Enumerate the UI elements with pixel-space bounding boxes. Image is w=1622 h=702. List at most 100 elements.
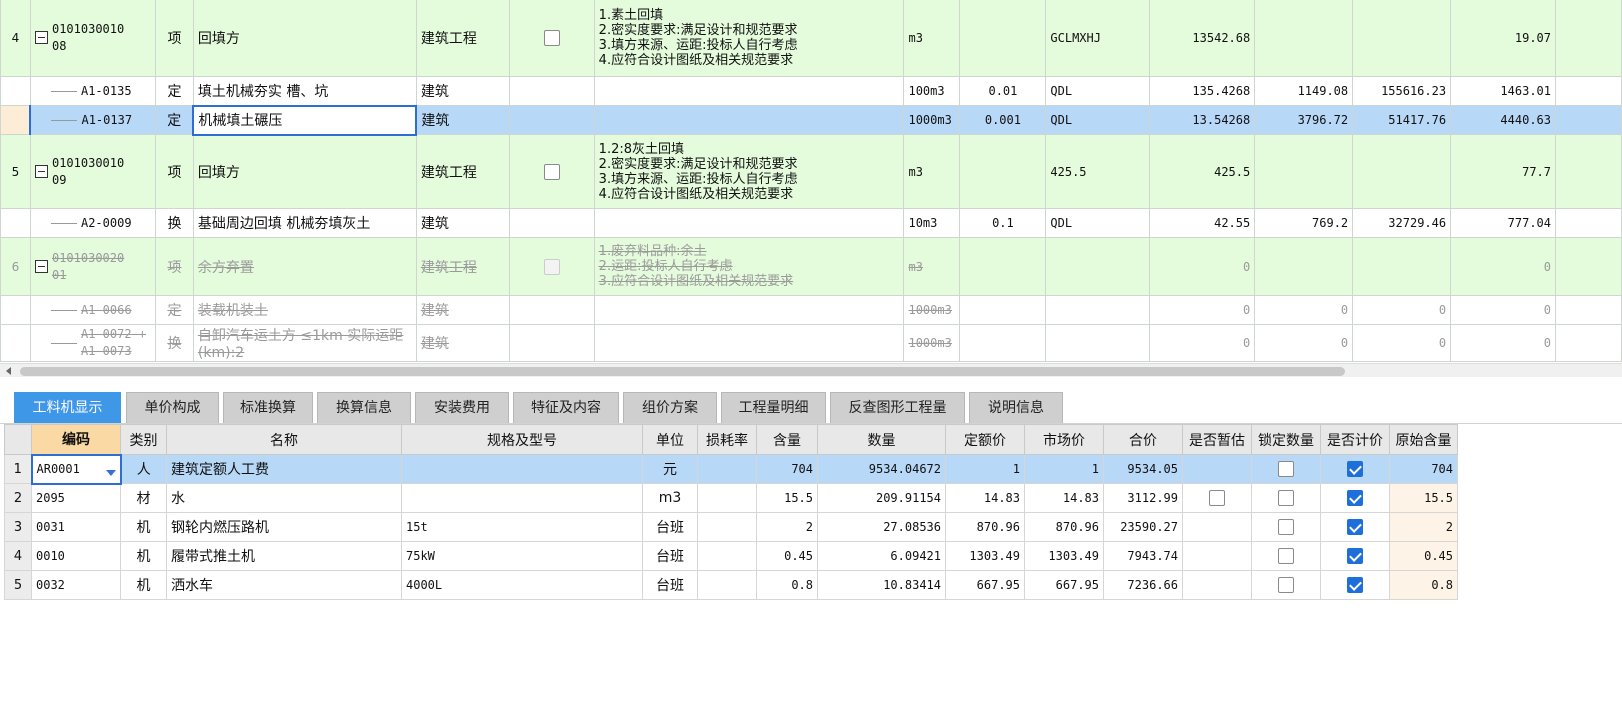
scroll-left-icon[interactable] (6, 367, 11, 375)
resource-spec-cell[interactable]: 4000L (401, 570, 643, 600)
checkbox-cell[interactable] (508, 208, 595, 238)
resource-code-cell[interactable]: 0032 (31, 570, 121, 600)
category-cell[interactable]: 定 (154, 76, 194, 106)
feature-description-cell[interactable] (593, 76, 905, 106)
profession-cell[interactable]: 建筑 (415, 105, 510, 135)
expression-cell[interactable] (1045, 324, 1151, 362)
header-spec[interactable]: 规格及型号 (401, 424, 643, 455)
name-cell[interactable]: 回填方 (192, 134, 417, 209)
header-name[interactable]: 名称 (166, 424, 402, 455)
priced-checkbox[interactable] (1347, 577, 1363, 593)
quota-row[interactable]: A1-0066 定装载机装土 建筑 1000m3 0 0 0 0 (0, 295, 1622, 325)
feature-description-cell[interactable] (593, 324, 905, 362)
resource-code-cell[interactable]: 0031 (31, 512, 121, 542)
is-priced-cell[interactable] (1320, 570, 1390, 600)
lock-qty-cell[interactable] (1251, 570, 1321, 600)
resource-market-price-cell[interactable]: 14.83 (1024, 483, 1104, 513)
resource-loss-cell[interactable] (697, 570, 757, 600)
unit-price-cell[interactable]: 0 (1254, 295, 1354, 325)
composite-price-cell[interactable]: 0 (1450, 237, 1556, 296)
resource-spec-cell[interactable] (401, 454, 643, 484)
resource-spec-cell[interactable]: 75kW (401, 541, 643, 571)
unit-cell[interactable]: 10m3 (903, 208, 961, 238)
coefficient-cell[interactable] (959, 134, 1047, 209)
priced-checkbox[interactable] (1347, 461, 1363, 477)
quantity-cell[interactable]: 425.5 (1149, 134, 1256, 209)
resource-total-cell[interactable]: 23590.27 (1103, 512, 1183, 542)
resource-loss-cell[interactable] (697, 483, 757, 513)
code-cell[interactable]: 0101030010 08 (29, 0, 156, 77)
total-price-cell[interactable]: 0 (1352, 324, 1452, 362)
name-cell[interactable]: 机械填土碾压 (192, 104, 418, 136)
total-price-cell[interactable] (1352, 134, 1452, 209)
resource-total-cell[interactable]: 7236.66 (1103, 570, 1183, 600)
profession-cell[interactable]: 建筑 (415, 324, 510, 362)
category-cell[interactable]: 定 (154, 295, 194, 325)
bill-items-grid[interactable]: 4 0101030010 08 项回填方 建筑工程 1.素土回填 2.密实度要求:满足设计和… (0, 0, 1622, 363)
name-cell[interactable]: 余方弃置 (192, 237, 417, 296)
name-cell[interactable]: 填土机械夯实 槽、坑 (192, 76, 417, 106)
code-cell[interactable]: A1-0072 + A1-0073 (29, 324, 156, 362)
resource-quota-price-cell[interactable]: 870.96 (945, 512, 1025, 542)
resource-quantity-cell[interactable]: 9534.04672 (817, 454, 946, 484)
resource-row[interactable]: 4 0010 机 履带式推土机 75kW 台班 0.45 6.09421 1303.49 1303… (4, 541, 1458, 571)
quantity-cell[interactable]: 0 (1149, 295, 1256, 325)
quantity-cell[interactable]: 42.55 (1149, 208, 1256, 238)
resource-quantity-cell[interactable]: 209.91154 (817, 483, 946, 513)
unit-cell[interactable]: 1000m3 (903, 105, 961, 135)
unit-cell[interactable]: 1000m3 (903, 295, 961, 325)
coefficient-cell[interactable] (959, 295, 1047, 325)
priced-checkbox[interactable] (1347, 490, 1363, 506)
resource-quantity-cell[interactable]: 10.83414 (817, 570, 946, 600)
header-quota-price[interactable]: 定额价 (945, 424, 1025, 455)
header-is-estimate[interactable]: 是否暂估 (1182, 424, 1252, 455)
unit-cell[interactable]: m3 (903, 134, 961, 209)
resource-name-cell[interactable]: 钢轮内燃压路机 (166, 512, 402, 542)
is-estimate-cell[interactable] (1182, 483, 1252, 513)
name-cell[interactable]: 回填方 (192, 0, 417, 77)
lock-qty-cell[interactable] (1251, 541, 1321, 571)
resource-name-cell[interactable]: 建筑定额人工费 (166, 454, 402, 484)
unit-price-cell[interactable] (1254, 237, 1354, 296)
expression-cell[interactable]: 425.5 (1045, 134, 1151, 209)
header-unit[interactable]: 单位 (642, 424, 698, 455)
is-estimate-cell[interactable] (1182, 512, 1252, 542)
feature-description-cell[interactable]: 1.素土回填 2.密实度要求:满足设计和规范要求 3.填方来源、运距:投标人自行考虑… (593, 0, 905, 77)
category-cell[interactable]: 定 (154, 105, 194, 135)
resource-name-cell[interactable]: 洒水车 (166, 570, 402, 600)
resource-category-cell[interactable]: 人 (120, 454, 167, 484)
code-cell[interactable]: A1-0135 (29, 76, 156, 106)
tab-features-content[interactable]: 特征及内容 (513, 392, 619, 423)
resource-unit-cell[interactable]: m3 (642, 483, 698, 513)
composite-price-cell[interactable]: 0 (1450, 324, 1556, 362)
resource-total-cell[interactable]: 9534.05 (1103, 454, 1183, 484)
collapse-icon[interactable] (34, 260, 48, 273)
composite-price-cell[interactable]: 1463.01 (1450, 76, 1556, 106)
header-loss-rate[interactable]: 损耗率 (697, 424, 757, 455)
total-price-cell[interactable]: 32729.46 (1352, 208, 1452, 238)
composite-price-cell[interactable]: 777.04 (1450, 208, 1556, 238)
tab-unit-price-composition[interactable]: 单价构成 (126, 392, 219, 423)
expression-cell[interactable]: GCLMXHJ (1045, 0, 1151, 77)
is-priced-cell[interactable] (1320, 483, 1390, 513)
resource-category-cell[interactable]: 材 (120, 483, 167, 513)
is-priced-cell[interactable] (1320, 454, 1390, 484)
resource-quota-price-cell[interactable]: 1303.49 (945, 541, 1025, 571)
profession-cell[interactable]: 建筑 (415, 295, 510, 325)
resource-code-cell[interactable]: 0010 (31, 541, 121, 571)
resource-row[interactable]: 2 2095 材 水 m3 15.5 209.91154 14.83 14.83 3112.99 1… (4, 483, 1458, 513)
code-cell[interactable]: 0101030020 01 (29, 237, 156, 296)
resource-quota-price-cell[interactable]: 1 (945, 454, 1025, 484)
feature-description-cell[interactable] (593, 105, 905, 135)
is-estimate-cell[interactable] (1182, 570, 1252, 600)
quota-row[interactable]: A1-0137 定机械填土碾压 建筑 1000m3 0.001 QDL 13.54268 37… (0, 104, 1622, 136)
resource-grid[interactable]: 编码 类别 名称 规格及型号 单位 损耗率 含量 数量 定额价 市场价 合价 是… (0, 424, 1622, 702)
category-cell[interactable]: 换 (154, 324, 194, 362)
resource-content-cell[interactable]: 15.5 (756, 483, 818, 513)
tab-standard-conversion[interactable]: 标准换算 (223, 392, 313, 423)
coefficient-cell[interactable] (959, 324, 1047, 362)
expression-cell[interactable] (1045, 237, 1151, 296)
resource-spec-cell[interactable]: 15t (401, 512, 643, 542)
unit-price-cell[interactable]: 3796.72 (1254, 105, 1354, 135)
expression-cell[interactable] (1045, 295, 1151, 325)
